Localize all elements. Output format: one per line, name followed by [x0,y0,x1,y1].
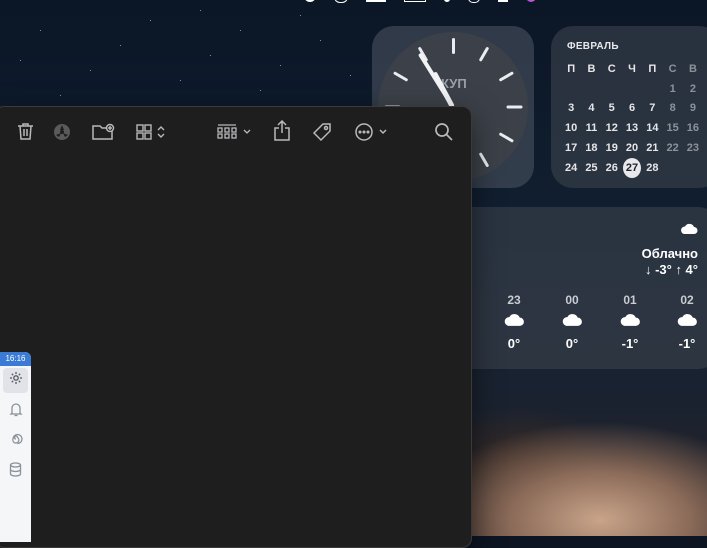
cloud-icon [680,222,698,240]
calendar-day: 22 [666,142,679,155]
cloud-icon [552,313,592,331]
battery-icon[interactable] [404,0,426,2]
calendar-day: 5 [608,102,615,115]
calendar-day: 28 [646,161,659,174]
side-panel: 16:16 [0,352,31,542]
weekday-label: Ч [628,62,636,75]
notifications-button[interactable] [3,399,28,424]
calendar-widget[interactable]: ФЕВРАЛЬ П В С Ч П С В 1 2 3 4 5 6 7 8 9 … [551,26,707,188]
calendar-day: 6 [628,102,636,115]
finder-window[interactable] [0,106,472,548]
spiral-icon [9,432,23,451]
weather-widget[interactable]: Облачно ↓ -3° ↑ 4° 23 0° 00 0° 01 -1° 02… [470,207,707,369]
spiral-button[interactable] [3,429,28,454]
weather-condition: Облачно [641,246,698,261]
weekday-label: П [648,62,657,75]
calendar-day: 7 [649,102,656,115]
calendar-day: 18 [585,142,598,155]
forecast-hour: 00 0° [552,293,592,351]
trash-icon[interactable] [17,122,34,140]
gear-icon [9,371,23,390]
calendar-day [622,79,642,99]
finder-content-area[interactable] [0,157,471,547]
weekday-label: С [607,62,616,75]
search-icon[interactable] [468,0,480,3]
side-panel-time: 16:16 [0,352,31,366]
burn-icon[interactable] [53,123,71,141]
calendar-day: 23 [686,142,700,155]
forecast-temp: 0° [507,336,521,351]
calendar-day: 25 [585,161,598,174]
forecast-hour-label: 00 [565,293,579,307]
calendar-day [662,158,682,178]
bell-icon [8,402,23,422]
new-folder-icon[interactable] [92,123,115,140]
calendar-day: 15 [666,122,679,135]
forecast-temp: 0° [565,336,579,351]
calendar-day: 10 [565,122,578,135]
calendar-grid: П В С Ч П С В 1 2 3 4 5 6 7 8 9 10 11 12… [561,59,703,178]
calendar-day: 12 [605,122,618,135]
calendar-day: 1 [669,82,676,95]
calendar-day: 9 [689,102,696,115]
calendar-day-today: 27 [623,157,642,178]
finder-toolbar [0,107,471,157]
forecast-temp: -1° [678,336,696,351]
calendar-day [642,79,662,99]
calendar-day: 20 [625,142,639,155]
weekday-label: П [567,62,576,75]
calendar-day [602,79,622,99]
calendar-day: 3 [568,102,575,115]
calendar-month: ФЕВРАЛЬ [567,41,619,52]
calendar-day: 11 [585,122,598,135]
forecast-temp: -1° [621,336,639,351]
tag-icon[interactable] [312,122,332,142]
calendar-day: 16 [686,122,700,135]
status-icon[interactable] [366,0,386,2]
grid-view-icon[interactable] [136,124,166,140]
calendar-day: 4 [588,102,595,115]
forecast-hour-label: 23 [507,293,521,307]
weather-range: ↓ -3° ↑ 4° [644,262,698,277]
calendar-day: 26 [605,161,618,174]
calendar-day [561,79,581,99]
settings-button[interactable] [3,368,28,393]
forecast-hour: 01 -1° [610,293,650,351]
cloud-icon [667,313,707,331]
calendar-day: 21 [646,142,659,155]
calendar-day: 19 [605,142,618,155]
cloud-icon [610,313,650,331]
calendar-day: 24 [565,161,578,174]
weekday-label: С [668,62,677,75]
menu-bar [300,0,707,6]
calendar-day: 8 [669,102,676,115]
status-icon[interactable] [304,0,316,2]
calendar-day [683,158,703,178]
cloud-icon [494,313,534,331]
calendar-day: 14 [646,122,659,135]
status-icon[interactable] [334,0,348,3]
database-icon [9,461,22,482]
group-by-icon[interactable] [217,124,253,140]
weekday-label: В [688,62,697,75]
forecast-hour-label: 01 [623,293,637,307]
forecast-hour: 23 0° [494,293,534,351]
calendar-day [581,79,601,99]
siri-icon[interactable] [526,0,536,2]
database-button[interactable] [3,459,28,484]
calendar-day: 13 [625,122,639,135]
calendar-day: 17 [565,142,578,155]
control-center-icon[interactable] [498,0,508,2]
wifi-icon[interactable] [444,0,450,2]
forecast-hour-label: 02 [680,293,694,307]
calendar-day: 2 [689,82,696,95]
forecast-hour: 02 -1° [667,293,707,351]
share-icon[interactable] [274,120,290,141]
weekday-label: В [587,62,596,75]
more-icon[interactable] [355,123,391,141]
search-icon[interactable] [435,123,453,141]
